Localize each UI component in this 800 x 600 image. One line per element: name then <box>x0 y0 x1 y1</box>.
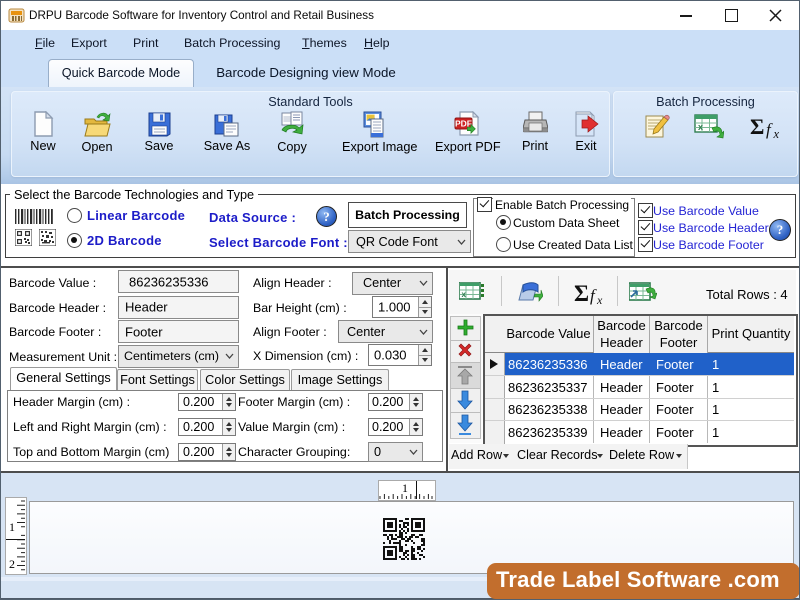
svg-text:Σ: Σ <box>574 281 589 305</box>
svg-text:f: f <box>590 286 597 305</box>
svg-text:x: x <box>698 122 703 132</box>
svg-text:x: x <box>596 293 603 305</box>
svg-text:x: x <box>462 290 467 299</box>
svg-text:f: f <box>766 120 773 139</box>
svg-text:x: x <box>773 127 780 139</box>
svg-text:Σ: Σ <box>750 114 764 139</box>
